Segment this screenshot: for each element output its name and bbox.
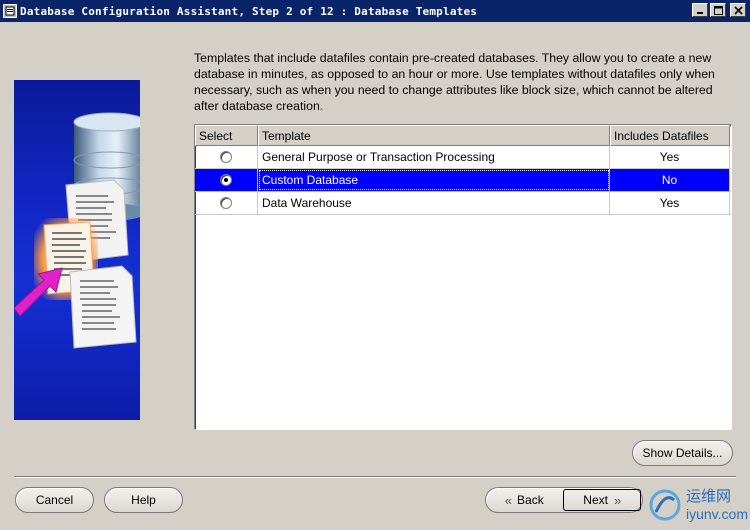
- table-row-custom-database[interactable]: Custom Database No: [195, 169, 731, 192]
- watermark-logo-icon: [649, 489, 681, 521]
- app-icon: [3, 4, 17, 18]
- minimize-button[interactable]: [692, 3, 708, 17]
- template-radio-data-warehouse[interactable]: [220, 197, 232, 209]
- help-button[interactable]: Help: [104, 487, 183, 513]
- watermark-text: 运维网 iyunv.com: [686, 487, 748, 523]
- template-name-cell: General Purpose or Transaction Processin…: [258, 146, 610, 168]
- show-details-button[interactable]: Show Details...: [632, 440, 733, 466]
- column-header-select[interactable]: Select: [195, 125, 258, 146]
- maximize-button[interactable]: [710, 3, 726, 17]
- close-icon: [733, 5, 743, 15]
- next-label: Next: [583, 493, 608, 507]
- footer-separator: [14, 476, 736, 478]
- template-name-cell: Custom Database: [258, 169, 610, 191]
- close-button[interactable]: [730, 3, 746, 17]
- table-row-data-warehouse[interactable]: Data Warehouse Yes: [195, 192, 731, 215]
- table-header: Select Template Includes Datafiles: [195, 125, 731, 146]
- includes-datafiles-cell: Yes: [610, 192, 730, 214]
- templates-description: Templates that include datafiles contain…: [194, 51, 715, 113]
- window-controls: [692, 3, 746, 17]
- watermark-cn: 运维网: [686, 487, 732, 505]
- minimize-icon: [697, 12, 703, 14]
- watermark: 运维网 iyunv.com: [648, 482, 748, 528]
- next-chevron-icon: »: [613, 492, 621, 508]
- column-header-includes-datafiles[interactable]: Includes Datafiles: [610, 125, 730, 146]
- back-label: Back: [517, 493, 544, 507]
- wizard-illustration: [14, 80, 140, 420]
- template-name-cell: Data Warehouse: [258, 192, 610, 214]
- title-bar: Database Configuration Assistant, Step 2…: [0, 0, 750, 22]
- select-cell: [195, 146, 258, 168]
- navigation-button-group: « Back Next »: [485, 487, 643, 513]
- includes-datafiles-cell: Yes: [610, 146, 730, 168]
- maximize-icon: [713, 5, 723, 15]
- show-details-label: Show Details...: [642, 446, 723, 460]
- table-row-general-purpose[interactable]: General Purpose or Transaction Processin…: [195, 146, 731, 169]
- includes-datafiles-cell: No: [610, 169, 730, 191]
- select-cell: [195, 192, 258, 214]
- template-radio-custom-database[interactable]: [220, 174, 232, 186]
- window-title: Database Configuration Assistant, Step 2…: [20, 4, 478, 18]
- cancel-button[interactable]: Cancel: [15, 487, 94, 513]
- next-button[interactable]: Next »: [562, 489, 641, 511]
- watermark-en: iyunv.com: [686, 506, 748, 522]
- select-cell: [195, 169, 258, 191]
- database-documents-image: [14, 112, 140, 349]
- cancel-label: Cancel: [35, 493, 74, 507]
- help-label: Help: [131, 493, 156, 507]
- template-radio-general-purpose[interactable]: [220, 151, 232, 163]
- column-header-template[interactable]: Template: [258, 125, 610, 146]
- back-chevron-icon: «: [504, 492, 512, 508]
- templates-table: Select Template Includes Datafiles Gener…: [194, 124, 732, 430]
- back-button[interactable]: « Back: [486, 488, 563, 512]
